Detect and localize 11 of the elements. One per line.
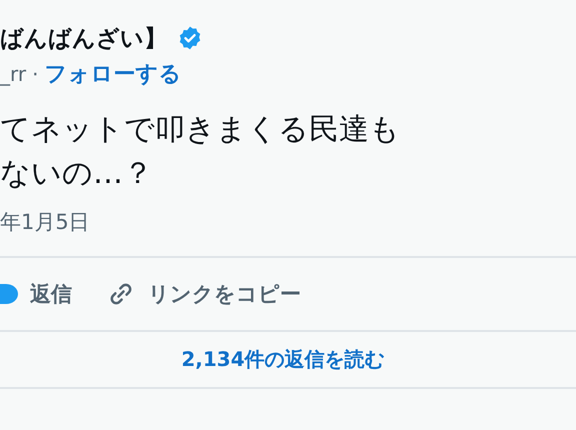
read-replies-link[interactable]: 2,134件の返信を読む (181, 346, 385, 373)
tweet-date[interactable]: 年1月5日 (0, 202, 576, 242)
action-button[interactable]: リンクをコピー (148, 280, 301, 308)
separator: · (32, 62, 38, 86)
author-name: ばんばんざい】 (0, 24, 167, 54)
follow-link[interactable]: フォローする (44, 59, 182, 89)
tweet-text: ないの…？ (0, 155, 154, 193)
speech-bubble-icon[interactable] (0, 282, 18, 306)
author-handle: _rr (0, 62, 26, 86)
action-button[interactable]: 返信 (30, 280, 72, 308)
tweet-text: てネットで叩きまくる民達も (0, 111, 401, 149)
